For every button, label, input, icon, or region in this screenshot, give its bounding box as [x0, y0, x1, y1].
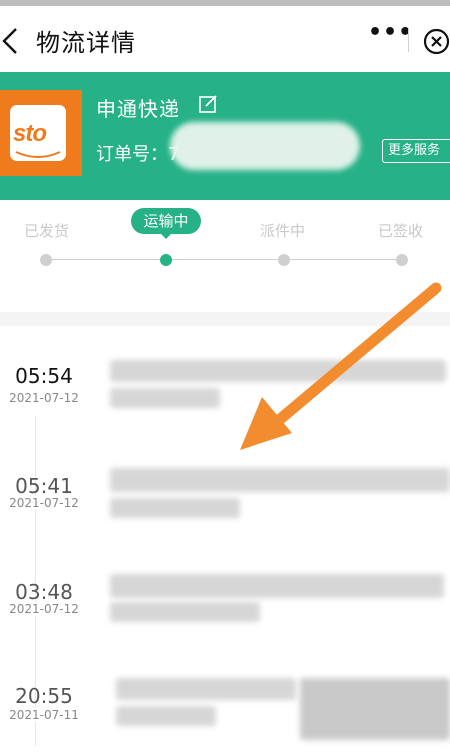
- redacted-text: [116, 706, 216, 726]
- edit-icon[interactable]: [198, 94, 218, 114]
- redacted-order-number: [170, 122, 360, 170]
- page-title: 物流详情: [36, 29, 136, 57]
- logo-text: sto: [13, 120, 47, 147]
- entry-date: 2021-07-11: [4, 708, 84, 722]
- entry-time: 20:55: [15, 684, 73, 708]
- more-services-button[interactable]: 更多服务: [382, 139, 450, 163]
- back-arrow-icon[interactable]: [0, 26, 22, 56]
- entry-date: 2021-07-12: [4, 496, 84, 510]
- redacted-text: [110, 388, 220, 408]
- order-number-label: 订单号：7: [96, 144, 180, 165]
- redacted-image: [300, 678, 450, 740]
- step-label-delivering: 派件中: [260, 222, 306, 240]
- nav-divider: [408, 28, 409, 52]
- progress-track: [46, 259, 402, 260]
- step-label-signed: 已签收: [378, 222, 424, 240]
- sto-logo: sto: [0, 90, 82, 176]
- step-label-in-transit: 运输中: [131, 208, 201, 239]
- step-dot-signed: [396, 254, 408, 266]
- company-name: 申通快递: [96, 97, 180, 121]
- courier-header: sto 申通快递 订单号：7 更多服务: [0, 72, 450, 202]
- redacted-text: [110, 574, 444, 598]
- step-dot-in-transit: [160, 254, 172, 266]
- entry-time: 05:41: [15, 474, 73, 498]
- close-icon[interactable]: [423, 28, 450, 55]
- tracking-timeline: 05:54 2021-07-12 05:41 2021-07-12 03:48 …: [0, 326, 450, 755]
- section-divider: [0, 312, 450, 326]
- step-label-shipped: 已发货: [24, 222, 70, 240]
- entry-time: 05:54: [15, 364, 73, 388]
- entry-date: 2021-07-12: [4, 602, 84, 616]
- redacted-text: [110, 468, 450, 492]
- logo-swoosh-icon: [15, 151, 61, 158]
- redacted-text: [110, 498, 240, 518]
- redacted-text: [116, 678, 296, 700]
- entry-date: 2021-07-12: [4, 391, 84, 405]
- redacted-text: [110, 602, 260, 622]
- navigation-bar: 物流详情 •••: [0, 6, 450, 68]
- entry-time: 03:48: [15, 580, 73, 604]
- step-dot-shipped: [40, 254, 52, 266]
- progress-steps: 已发货 运输中 派件中 已签收: [0, 200, 450, 310]
- redacted-text: [110, 360, 446, 382]
- step-dot-delivering: [278, 254, 290, 266]
- more-options-icon[interactable]: •••: [368, 20, 413, 45]
